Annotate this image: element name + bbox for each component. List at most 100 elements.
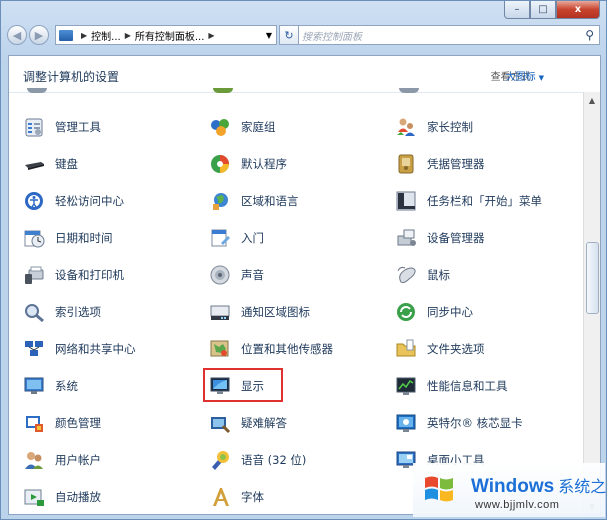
item-label: 疑难解答 (241, 416, 287, 430)
item-label: 性能信息和工具 (427, 379, 508, 393)
search-input[interactable]: 搜索控制面板 ⚲ (297, 25, 600, 45)
vertical-scrollbar[interactable]: ▲ ▼ (583, 92, 600, 514)
taskbar-start-menu-icon (395, 190, 417, 212)
forward-arrow-icon: ▶ (34, 28, 44, 42)
refresh-button[interactable]: ↻ (279, 25, 299, 45)
control-panel-window: – □ x ◀ ▶ ▶ 控制... ▶ 所有控制面板... ▶ ▼ 搜索控制面板… (0, 0, 607, 520)
indexing-options-icon (23, 301, 45, 323)
forward-button[interactable]: ▶ (29, 25, 49, 45)
address-bar[interactable]: ▶ 控制... ▶ 所有控制面板... ▶ ▼ (55, 25, 277, 45)
watermark: Windows系统之家 www.bjjmlv.com (413, 463, 607, 517)
control-panel-item-location-sensors[interactable]: 位置和其他传感器 (209, 336, 333, 362)
control-panel-item-credential-manager[interactable]: 凭据管理器 (395, 151, 485, 177)
item-label: 通知区域图标 (241, 305, 310, 319)
search-icon[interactable]: ⚲ (585, 28, 594, 42)
item-label: 设备管理器 (427, 231, 485, 245)
region-language-icon (209, 190, 231, 212)
item-label: 设备和打印机 (55, 268, 124, 282)
watermark-brand-en: Windows (471, 476, 555, 497)
partial-icon (27, 88, 47, 93)
minimize-button[interactable]: – (504, 1, 530, 19)
item-label: 位置和其他传感器 (241, 342, 333, 356)
item-label: 入门 (241, 231, 264, 245)
control-panel-item-taskbar-start-menu[interactable]: 任务栏和「开始」菜单 (395, 188, 542, 214)
watermark-brand-cn: 系统之家 (558, 479, 607, 496)
control-panel-item-getting-started[interactable]: 入门 (209, 225, 264, 251)
scroll-up-icon[interactable]: ▲ (584, 92, 600, 108)
control-panel-item-default-programs[interactable]: 默认程序 (209, 151, 287, 177)
item-label: 家长控制 (427, 120, 473, 134)
control-panel-item-ease-of-access[interactable]: 轻松访问中心 (23, 188, 124, 214)
breadcrumb-separator-icon: ▶ (208, 30, 215, 40)
control-panel-item-fonts[interactable]: 字体 (209, 484, 264, 510)
control-panel-item-homegroup[interactable]: 家庭组 (209, 114, 276, 140)
back-arrow-icon: ◀ (12, 28, 22, 42)
item-label: 凭据管理器 (427, 157, 485, 171)
windows-logo-icon (425, 476, 453, 502)
admin-tools-icon (23, 116, 45, 138)
control-panel-item-keyboard[interactable]: 键盘 (23, 151, 78, 177)
item-label: 区域和语言 (241, 194, 299, 208)
credential-manager-icon (395, 153, 417, 175)
item-label: 键盘 (55, 157, 78, 171)
item-label: 任务栏和「开始」菜单 (427, 194, 542, 208)
control-panel-item-autoplay[interactable]: 自动播放 (23, 484, 101, 510)
control-panel-item-system[interactable]: 系统 (23, 373, 78, 399)
maximize-button[interactable]: □ (530, 1, 556, 19)
control-panel-item-intel-graphics[interactable]: 英特尔® 核芯显卡 (395, 410, 523, 436)
speech-icon (209, 449, 231, 471)
autoplay-icon (23, 486, 45, 508)
sound-icon (209, 264, 231, 286)
control-panel-item-color-management[interactable]: 颜色管理 (23, 410, 101, 436)
control-panel-item-date-time[interactable]: 日期和时间 (23, 225, 113, 251)
control-panel-item-network-sharing[interactable]: 网络和共享中心 (23, 336, 136, 362)
caption-buttons: – □ x (504, 1, 600, 19)
item-label: 网络和共享中心 (55, 342, 136, 356)
breadcrumb-control-panel[interactable]: 控制... (91, 28, 121, 43)
control-panel-item-troubleshooting[interactable]: 疑难解答 (209, 410, 287, 436)
breadcrumb-separator-icon: ▶ (124, 30, 131, 40)
item-label: 同步中心 (427, 305, 473, 319)
address-dropdown-icon[interactable]: ▼ (262, 31, 276, 40)
item-label: 日期和时间 (55, 231, 113, 245)
search-placeholder: 搜索控制面板 (302, 31, 362, 43)
control-panel-item-admin-tools[interactable]: 管理工具 (23, 114, 101, 140)
control-panel-item-folder-options[interactable]: 文件夹选项 (395, 336, 485, 362)
devices-printers-icon (23, 264, 45, 286)
content-pane: 调整计算机的设置 查看方式: 大图标 ▼ 管理工具 键盘 轻松访问中心 日期和时间 设备和… (8, 55, 601, 515)
partial-icon (213, 88, 233, 93)
breadcrumb-all-items[interactable]: 所有控制面板... (135, 28, 205, 43)
navigation-bar: ◀ ▶ ▶ 控制... ▶ 所有控制面板... ▶ ▼ 搜索控制面板 ⚲ ↻ (7, 23, 600, 49)
control-panel-item-performance[interactable]: 性能信息和工具 (395, 373, 508, 399)
control-panel-item-parental-controls[interactable]: 家长控制 (395, 114, 473, 140)
scroll-thumb[interactable] (586, 242, 599, 314)
item-label: 字体 (241, 490, 264, 504)
view-by-dropdown[interactable]: 大图标 ▼ (506, 68, 544, 83)
control-panel-item-user-accounts[interactable]: 用户帐户 (23, 447, 101, 473)
homegroup-icon (209, 116, 231, 138)
control-panel-item-device-manager[interactable]: 设备管理器 (395, 225, 485, 251)
device-manager-icon (395, 227, 417, 249)
refresh-icon: ↻ (284, 28, 294, 42)
item-label: 索引选项 (55, 305, 101, 319)
control-panel-item-sound[interactable]: 声音 (209, 262, 264, 288)
control-panel-item-region-language[interactable]: 区域和语言 (209, 188, 299, 214)
control-panel-item-indexing-options[interactable]: 索引选项 (23, 299, 101, 325)
control-panel-item-mouse[interactable]: 鼠标 (395, 262, 450, 288)
breadcrumb-separator-icon: ▶ (81, 30, 88, 40)
control-panel-item-notification-icons[interactable]: 通知区域图标 (209, 299, 310, 325)
system-icon (23, 375, 45, 397)
page-title: 调整计算机的设置 (23, 70, 120, 84)
item-label: 声音 (241, 268, 264, 282)
item-label: 用户帐户 (55, 453, 101, 467)
sync-center-icon (395, 301, 417, 323)
item-label: 英特尔® 核芯显卡 (427, 416, 523, 430)
control-panel-item-sync-center[interactable]: 同步中心 (395, 299, 473, 325)
back-button[interactable]: ◀ (7, 25, 27, 45)
item-label: 语音 (32 位) (241, 453, 307, 467)
control-panel-item-devices-printers[interactable]: 设备和打印机 (23, 262, 124, 288)
color-management-icon (23, 412, 45, 434)
control-panel-item-speech[interactable]: 语音 (32 位) (209, 447, 306, 473)
close-button[interactable]: x (556, 1, 600, 19)
user-accounts-icon (23, 449, 45, 471)
